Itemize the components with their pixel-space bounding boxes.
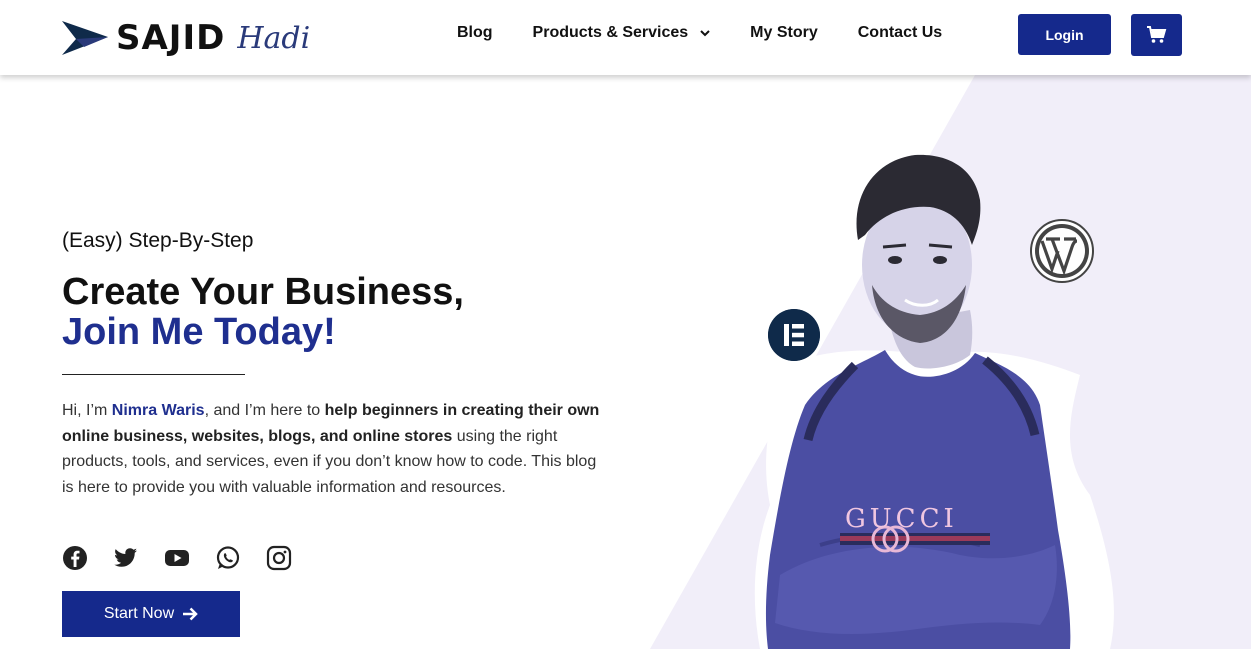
hero-divider: [62, 374, 245, 375]
nav-products-label: Products & Services: [532, 24, 689, 41]
cart-icon: [1146, 26, 1166, 43]
arrow-right-icon: [183, 607, 198, 621]
nav-blog[interactable]: Blog: [457, 24, 493, 42]
hero-intro: Hi, I’m Nimra Waris, and I’m here to hel…: [62, 398, 607, 500]
logo-word: SAJID: [116, 18, 226, 58]
chevron-down-icon: [700, 30, 710, 37]
nav-blog-label: Blog: [457, 24, 493, 41]
nav-products-services[interactable]: Products & Services: [533, 24, 711, 42]
site-header: SAJID Hadi Blog Products & Services My S…: [0, 0, 1251, 75]
intro-name: Nimra Waris: [111, 402, 205, 419]
login-button[interactable]: Login: [1018, 14, 1111, 55]
facebook-icon[interactable]: [62, 545, 88, 571]
logo-script: Hadi: [237, 20, 311, 56]
whatsapp-icon[interactable]: [215, 545, 241, 571]
nav-contact-label: Contact Us: [857, 24, 943, 41]
social-links: [62, 545, 317, 571]
sweater-print: GUCCI: [845, 504, 958, 534]
cart-button[interactable]: [1131, 14, 1182, 56]
hero-headline: Create Your Business,: [62, 271, 464, 313]
hero-person-image: GUCCI: [754, 154, 1114, 649]
youtube-icon[interactable]: [164, 545, 190, 571]
main-nav: Blog Products & Services My Story Contac…: [457, 24, 982, 42]
nav-contact-us[interactable]: Contact Us: [858, 24, 942, 42]
elementor-icon: [768, 309, 820, 361]
twitter-icon[interactable]: [113, 545, 139, 571]
start-now-label: Start Now: [103, 605, 175, 622]
wordpress-icon: [1030, 219, 1094, 283]
nav-my-story[interactable]: My Story: [750, 24, 818, 42]
start-now-button[interactable]: Start Now: [62, 591, 240, 637]
instagram-icon[interactable]: [266, 545, 292, 571]
hero-headline-accent: Join Me Today!: [62, 311, 336, 353]
intro-text-1: Hi, I’m: [62, 402, 112, 419]
nav-my-story-label: My Story: [750, 24, 818, 41]
hero-eyebrow: (Easy) Step-By-Step: [62, 229, 254, 252]
intro-text-2: , and I’m here to: [204, 402, 325, 419]
site-logo[interactable]: SAJID Hadi: [62, 16, 310, 60]
logo-mark-icon: [62, 21, 108, 55]
